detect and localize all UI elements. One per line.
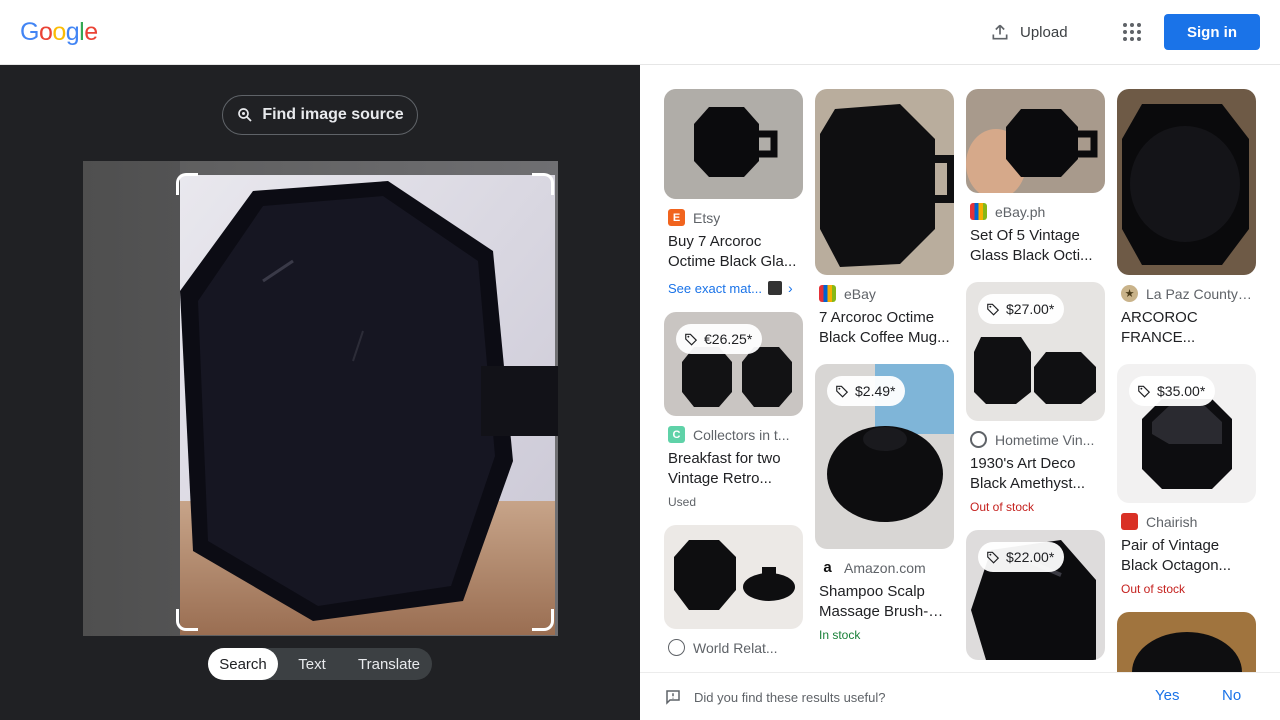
- result-card[interactable]: ★ La Paz County ... ARCOROC FRANCE...: [1117, 89, 1256, 348]
- results-column-3: eBay.ph Set Of 5 Vintage Glass Black Oct…: [966, 89, 1105, 672]
- price-badge: $35.00*: [1129, 376, 1216, 406]
- result-card[interactable]: $35.00* Chairish Pair of Vintage Black O…: [1117, 364, 1256, 596]
- upload-icon: [992, 24, 1008, 40]
- condition-label: Used: [668, 495, 697, 509]
- result-title[interactable]: Shampoo Scalp Massage Brush- 1...: [819, 582, 950, 622]
- price-badge: $2.49*: [827, 376, 906, 406]
- result-thumbnail[interactable]: $35.00*: [1117, 364, 1256, 503]
- crop-handle-bottom-left[interactable]: [176, 609, 198, 631]
- result-thumbnail[interactable]: [1117, 612, 1256, 672]
- result-thumbnail[interactable]: $22.00*: [966, 530, 1105, 660]
- feedback-bar: Did you find these results useful? Yes N…: [640, 672, 1280, 720]
- result-card[interactable]: $2.49* a Amazon.com Shampoo Scalp Massag…: [815, 364, 954, 642]
- feedback-question: Did you find these results useful?: [664, 673, 886, 720]
- feedback-icon: [666, 690, 680, 705]
- crop-handle-top-right[interactable]: [532, 173, 554, 195]
- result-source: World Relat...: [668, 639, 799, 656]
- globe-icon: [970, 431, 987, 448]
- mode-text-tab[interactable]: Text: [278, 648, 346, 680]
- county-seal-icon: ★: [1121, 285, 1138, 302]
- result-source: eBay: [819, 285, 950, 302]
- price-tag-icon: [987, 551, 1000, 564]
- find-image-source-button[interactable]: Find image source: [222, 95, 418, 135]
- price-tag-icon: [987, 303, 1000, 316]
- chairish-favicon-icon: [1121, 513, 1138, 530]
- result-card[interactable]: $22.00*: [966, 530, 1105, 660]
- stock-status: Out of stock: [1121, 582, 1186, 596]
- apps-grid-icon[interactable]: [1120, 20, 1144, 44]
- result-title[interactable]: 1930's Art Deco Black Amethyst...: [970, 454, 1101, 494]
- ebay-favicon-icon: [819, 285, 836, 302]
- result-thumbnail[interactable]: $27.00*: [966, 282, 1105, 421]
- price-tag-icon: [1138, 385, 1151, 398]
- result-title[interactable]: Set Of 5 Vintage Glass Black Octi...: [970, 226, 1101, 266]
- result-source: a Amazon.com: [819, 559, 950, 576]
- result-source: eBay.ph: [970, 203, 1101, 220]
- result-card[interactable]: E Etsy Buy 7 Arcoroc Octime Black Gla...…: [664, 89, 803, 296]
- upload-label: Upload: [1020, 23, 1068, 41]
- lens-search-icon: [238, 108, 252, 122]
- exact-match-thumbnail-icon: [767, 281, 782, 295]
- result-source: ★ La Paz County ...: [1121, 285, 1252, 302]
- etsy-favicon-icon: E: [668, 209, 685, 226]
- result-title[interactable]: Buy 7 Arcoroc Octime Black Gla...: [668, 232, 799, 272]
- result-thumbnail[interactable]: [966, 89, 1105, 193]
- price-tag-icon: [685, 333, 698, 346]
- result-card[interactable]: eBay.ph Set Of 5 Vintage Glass Black Oct…: [966, 89, 1105, 266]
- result-thumbnail[interactable]: [1117, 89, 1256, 275]
- visual-matches-grid: E Etsy Buy 7 Arcoroc Octime Black Gla...…: [640, 65, 1280, 672]
- see-exact-matches-link[interactable]: See exact mat... ›: [668, 280, 799, 296]
- google-logo[interactable]: Google: [20, 18, 98, 47]
- result-source: E Etsy: [668, 209, 799, 226]
- feedback-no-button[interactable]: No: [1222, 687, 1241, 704]
- price-tag-icon: [836, 385, 849, 398]
- results-column-2: eBay 7 Arcoroc Octime Black Coffee Mug..…: [815, 89, 954, 658]
- price-badge: $27.00*: [978, 294, 1065, 324]
- find-image-source-label: Find image source: [262, 106, 404, 123]
- price-badge: €26.25*: [676, 324, 763, 354]
- top-bar: Google Upload Sign in: [0, 0, 1280, 65]
- mode-translate-tab[interactable]: Translate: [346, 648, 432, 680]
- chevron-right-icon: ›: [787, 280, 793, 296]
- result-card[interactable]: World Relat...: [664, 525, 803, 656]
- crop-handle-top-left[interactable]: [176, 173, 198, 195]
- stock-status: Out of stock: [970, 500, 1035, 514]
- query-image-panel: Find image source Search Text Translate: [0, 65, 640, 720]
- upload-button[interactable]: Upload: [990, 18, 1068, 46]
- result-title[interactable]: Breakfast for two Vintage Retro...: [668, 449, 799, 489]
- results-column-1: E Etsy Buy 7 Arcoroc Octime Black Gla...…: [664, 89, 803, 672]
- result-source: Chairish: [1121, 513, 1252, 530]
- search-mode-switcher: Search Text Translate: [208, 648, 432, 680]
- mode-search-tab[interactable]: Search: [208, 648, 278, 680]
- result-card[interactable]: $27.00* Hometime Vin... 1930's Art Deco …: [966, 282, 1105, 514]
- amazon-favicon-icon: a: [819, 559, 836, 576]
- ebay-favicon-icon: [970, 203, 987, 220]
- result-thumbnail[interactable]: $2.49*: [815, 364, 954, 549]
- result-card[interactable]: €26.25* C Collectors in t... Breakfast f…: [664, 312, 803, 509]
- crop-handle-bottom-right[interactable]: [532, 609, 554, 631]
- result-title[interactable]: Pair of Vintage Black Octagon...: [1121, 536, 1252, 576]
- result-card[interactable]: eBay 7 Arcoroc Octime Black Coffee Mug..…: [815, 89, 954, 348]
- result-card[interactable]: [1117, 612, 1256, 672]
- price-badge: $22.00*: [978, 542, 1065, 572]
- collectors-favicon-icon: C: [668, 426, 685, 443]
- results-column-4: ★ La Paz County ... ARCOROC FRANCE... $3…: [1117, 89, 1256, 672]
- sign-in-button[interactable]: Sign in: [1164, 14, 1260, 50]
- result-title[interactable]: ARCOROC FRANCE...: [1121, 308, 1252, 348]
- result-thumbnail[interactable]: [664, 89, 803, 199]
- globe-icon: [668, 639, 685, 656]
- query-image[interactable]: [83, 161, 558, 636]
- result-source: C Collectors in t...: [668, 426, 799, 443]
- result-thumbnail[interactable]: [815, 89, 954, 275]
- result-thumbnail[interactable]: [664, 525, 803, 629]
- stock-status: In stock: [819, 628, 861, 642]
- feedback-yes-button[interactable]: Yes: [1155, 687, 1179, 704]
- result-title[interactable]: 7 Arcoroc Octime Black Coffee Mug...: [819, 308, 950, 348]
- result-thumbnail[interactable]: €26.25*: [664, 312, 803, 416]
- result-source: Hometime Vin...: [970, 431, 1101, 448]
